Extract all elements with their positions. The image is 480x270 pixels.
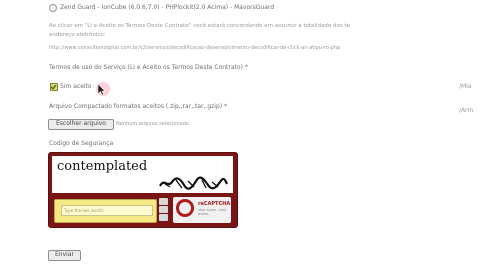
recaptcha-logo-icon [176,199,194,217]
terms-checkbox-label: Sim aceito [60,83,92,90]
recaptcha-brand: reCAPTCHA stop spam. read books. [173,197,231,223]
audio-icon[interactable] [159,206,168,213]
captcha-word: contemplated [57,159,148,174]
terms-checkbox[interactable] [50,83,58,91]
recaptcha-widget: contemplated Type the two words: reCAPTC… [48,152,238,228]
protection-radio[interactable] [49,4,57,12]
terms-title: Termos de uso do Serviço (Li e Aceito os… [49,64,248,71]
captcha-image: contemplated [52,156,233,193]
terms-right-hint: /Mia [459,83,472,90]
notice-line1: Ao clicar em "Li e Aceito os Termos Dest… [49,23,350,29]
upload-status: Nenhum arquivo selecionado [116,121,189,127]
security-label: Codigo de Segurança [49,140,114,147]
recaptcha-brand-sub: stop spam. read books. [198,208,227,216]
protection-option-label: Zend Guard - IonCube (6.0.6,7.0) - PHPlo… [60,4,275,11]
captcha-tools [159,198,169,224]
help-icon[interactable] [159,214,168,221]
recaptcha-brand-text: reCAPTCHA [198,201,231,207]
refresh-icon[interactable] [159,198,168,205]
captcha-distorted-word [159,176,228,190]
submit-button[interactable]: Enviar [48,250,81,261]
upload-label: Arquivo Compactado formatos aceitos (.zi… [49,103,227,110]
mouse-cursor-icon [98,84,106,96]
notice-url[interactable]: http://www.consultenidigital.com.br/v2/s… [49,45,340,51]
captcha-response-input[interactable]: Type the two words: [61,205,153,216]
choose-file-button[interactable]: Escolher arquivo [48,119,114,130]
upload-right-hint: /Arm [459,107,474,114]
notice-line2: endereço eletrônico: [49,32,106,38]
captcha-input-panel: Type the two words: [54,199,157,223]
